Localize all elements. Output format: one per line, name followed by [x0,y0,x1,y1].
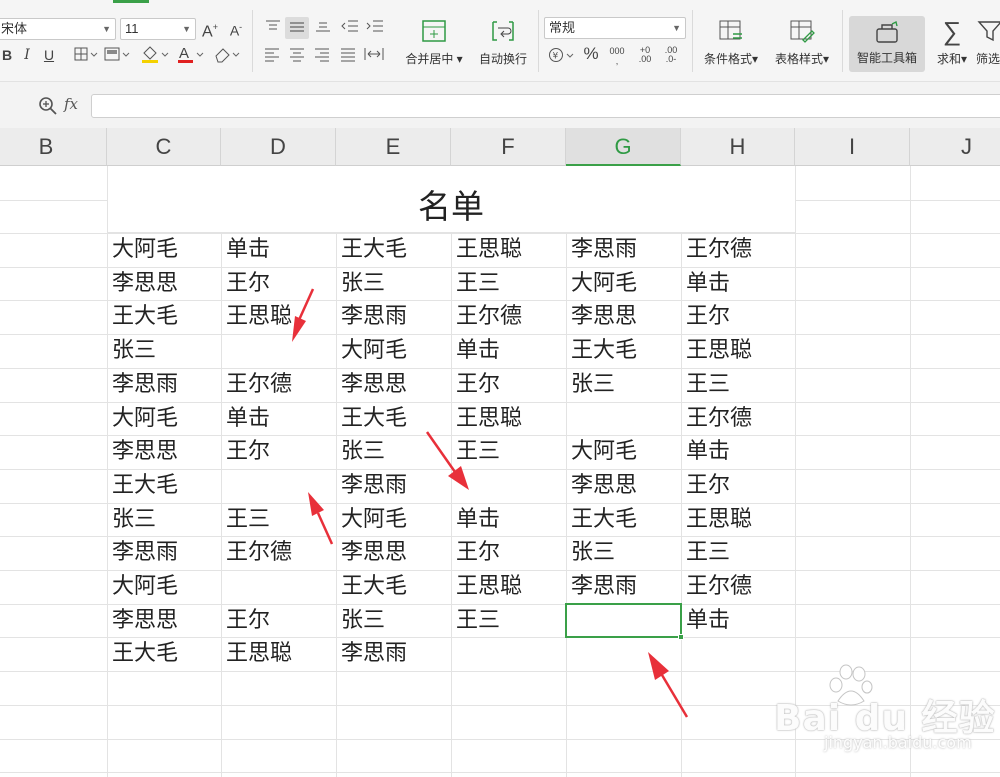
arrow-1 [292,288,315,342]
annotation-arrows [292,288,689,718]
arrow-2 [425,431,469,490]
baidu-watermark: Bai du 经验 jingyan.baidu.com [762,664,1000,773]
arrow-3 [308,492,334,545]
watermark-url: jingyan.baidu.com [824,733,972,752]
arrow-4 [648,652,689,718]
